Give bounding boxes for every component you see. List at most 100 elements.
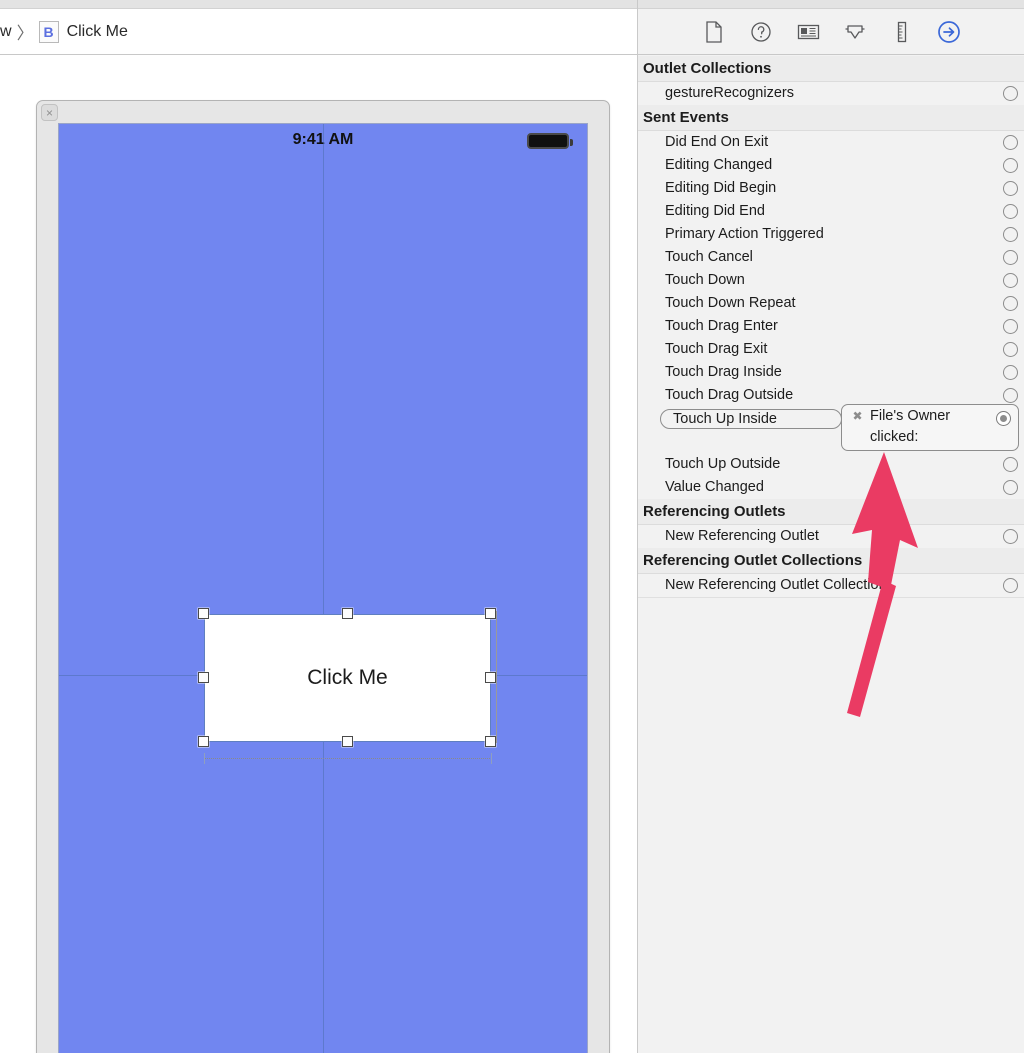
connection-well-empty[interactable] [1003,342,1018,357]
section-header-outlet-collections: Outlet Collections [638,56,1024,82]
list-divider [638,597,1024,598]
attributes-inspector-icon[interactable] [842,19,868,45]
inspector-tab-bar [638,8,1024,55]
connection-row-did-end-on-exit[interactable]: Did End On Exit [638,131,1024,154]
connection-label: Editing Changed [665,157,773,173]
connection-well-empty[interactable] [1003,227,1018,242]
section-header-referencing-outlet-collections: Referencing Outlet Collections [638,548,1024,574]
connection-row-touch-down[interactable]: Touch Down [638,269,1024,292]
connection-row-editing-did-begin[interactable]: Editing Did Begin [638,177,1024,200]
file-inspector-icon[interactable] [701,19,727,45]
connection-row-gesture-recognizers[interactable]: gestureRecognizers [638,82,1024,105]
button-object-badge-icon: B [38,20,59,43]
connection-label: Value Changed [665,479,764,495]
breadcrumb-current-item[interactable]: Click Me [67,23,128,41]
battery-icon [527,133,573,149]
connection-well-empty[interactable] [1003,365,1018,380]
connection-well-empty[interactable] [1003,204,1018,219]
connection-well-empty[interactable] [1003,181,1018,196]
connection-target-name: File's Owner [870,408,951,424]
connection-row-touch-cancel[interactable]: Touch Cancel [638,246,1024,269]
connected-event-pill[interactable]: Touch Up Inside [660,409,842,429]
connection-well-empty[interactable] [1003,135,1018,150]
view-controller-view[interactable]: 9:41 AM Click Me [58,123,588,1053]
constraint-guide-horizontal [204,758,492,759]
connection-label: Touch Drag Inside [665,364,782,380]
identity-inspector-icon[interactable] [795,19,821,45]
connection-well-empty[interactable] [1003,296,1018,311]
connection-row-touch-drag-inside[interactable]: Touch Drag Inside [638,361,1024,384]
inspector-top-strip [638,0,1024,8]
close-icon[interactable]: × [41,104,58,121]
connection-well-filled[interactable] [996,411,1011,426]
connection-label: Editing Did End [665,203,765,219]
connection-row-touch-up-outside[interactable]: Touch Up Outside [638,453,1024,476]
connection-label: New Referencing Outlet Collection [665,577,887,593]
xcode-interface-builder-window: w 〉 B Click Me × 9:41 AM Click Me Outlet… [0,0,1024,1053]
connection-label: gestureRecognizers [665,85,794,101]
connection-row-touch-drag-enter[interactable]: Touch Drag Enter [638,315,1024,338]
connection-well-empty[interactable] [1003,319,1018,334]
connection-row-new-referencing-outlet-collection[interactable]: New Referencing Outlet Collection [638,574,1024,597]
constraint-tick-right [491,753,492,764]
resize-handle-bottom-left[interactable] [198,736,209,747]
connection-well-empty[interactable] [1003,578,1018,593]
connection-target-bubble[interactable]: ✖ File's Owner clicked: [841,404,1019,451]
device-frame: × 9:41 AM Click Me [36,100,610,1053]
connection-row-editing-did-end[interactable]: Editing Did End [638,200,1024,223]
constraint-tick-left [204,753,205,764]
connection-label: Did End On Exit [665,134,769,150]
connection-well-empty[interactable] [1003,273,1018,288]
constraint-guide-vertical [496,611,497,743]
connection-row-primary-action-triggered[interactable]: Primary Action Triggered [638,223,1024,246]
section-header-referencing-outlets: Referencing Outlets [638,499,1024,525]
quick-help-inspector-icon[interactable] [748,19,774,45]
connection-label: Touch Drag Exit [665,341,768,357]
connection-well-empty[interactable] [1003,529,1018,544]
jump-bar: w 〉 B Click Me [0,8,637,55]
click-me-button[interactable]: Click Me [204,614,491,742]
connections-inspector-icon[interactable] [936,19,962,45]
resize-handle-bottom-right[interactable] [485,736,496,747]
connection-well-empty[interactable] [1003,480,1018,495]
center-vertical-guide [323,124,324,1053]
connection-label: New Referencing Outlet [665,528,819,544]
interface-builder-canvas[interactable]: × 9:41 AM Click Me [0,56,637,1053]
editor-top-strip [0,0,637,8]
click-me-button-label: Click Me [307,666,388,689]
connection-row-touch-down-repeat[interactable]: Touch Down Repeat [638,292,1024,315]
resize-handle-top-center[interactable] [342,608,353,619]
connection-label: Primary Action Triggered [665,226,824,242]
connection-row-editing-changed[interactable]: Editing Changed [638,154,1024,177]
breadcrumb-separator-icon: 〉 [16,24,34,43]
connection-row-new-referencing-outlet[interactable]: New Referencing Outlet [638,525,1024,548]
section-header-sent-events: Sent Events [638,105,1024,131]
connection-row-touch-up-inside[interactable]: Touch Up Inside ✖ File's Owner clicked: [638,404,1024,453]
utilities-inspector-panel: Outlet Collections gestureRecognizers Se… [637,0,1024,1053]
connection-label: Touch Cancel [665,249,753,265]
editor-pane: w 〉 B Click Me × 9:41 AM Click Me [0,0,637,1053]
connection-label: Touch Drag Enter [665,318,778,334]
connection-well-empty[interactable] [1003,158,1018,173]
size-inspector-icon[interactable] [889,19,915,45]
connection-row-touch-drag-exit[interactable]: Touch Drag Exit [638,338,1024,361]
connection-label: Touch Down [665,272,745,288]
resize-handle-top-left[interactable] [198,608,209,619]
resize-handle-middle-left[interactable] [198,672,209,683]
connection-row-value-changed[interactable]: Value Changed [638,476,1024,499]
connections-list: Outlet Collections gestureRecognizers Se… [638,56,1024,1053]
connection-well-empty[interactable] [1003,388,1018,403]
connection-label: Touch Down Repeat [665,295,796,311]
disconnect-icon[interactable]: ✖ [851,410,864,423]
connection-label: Touch Up Outside [665,456,781,472]
connection-action-name: clicked: [870,429,919,445]
connection-well-empty[interactable] [1003,457,1018,472]
connection-well-empty[interactable] [1003,250,1018,265]
resize-handle-middle-right[interactable] [485,672,496,683]
resize-handle-bottom-center[interactable] [342,736,353,747]
connection-label: Touch Drag Outside [665,387,794,403]
connection-label: Editing Did Begin [665,180,777,196]
resize-handle-top-right[interactable] [485,608,496,619]
connection-well-empty[interactable] [1003,86,1018,101]
breadcrumb-truncated-item[interactable]: w [0,23,12,41]
